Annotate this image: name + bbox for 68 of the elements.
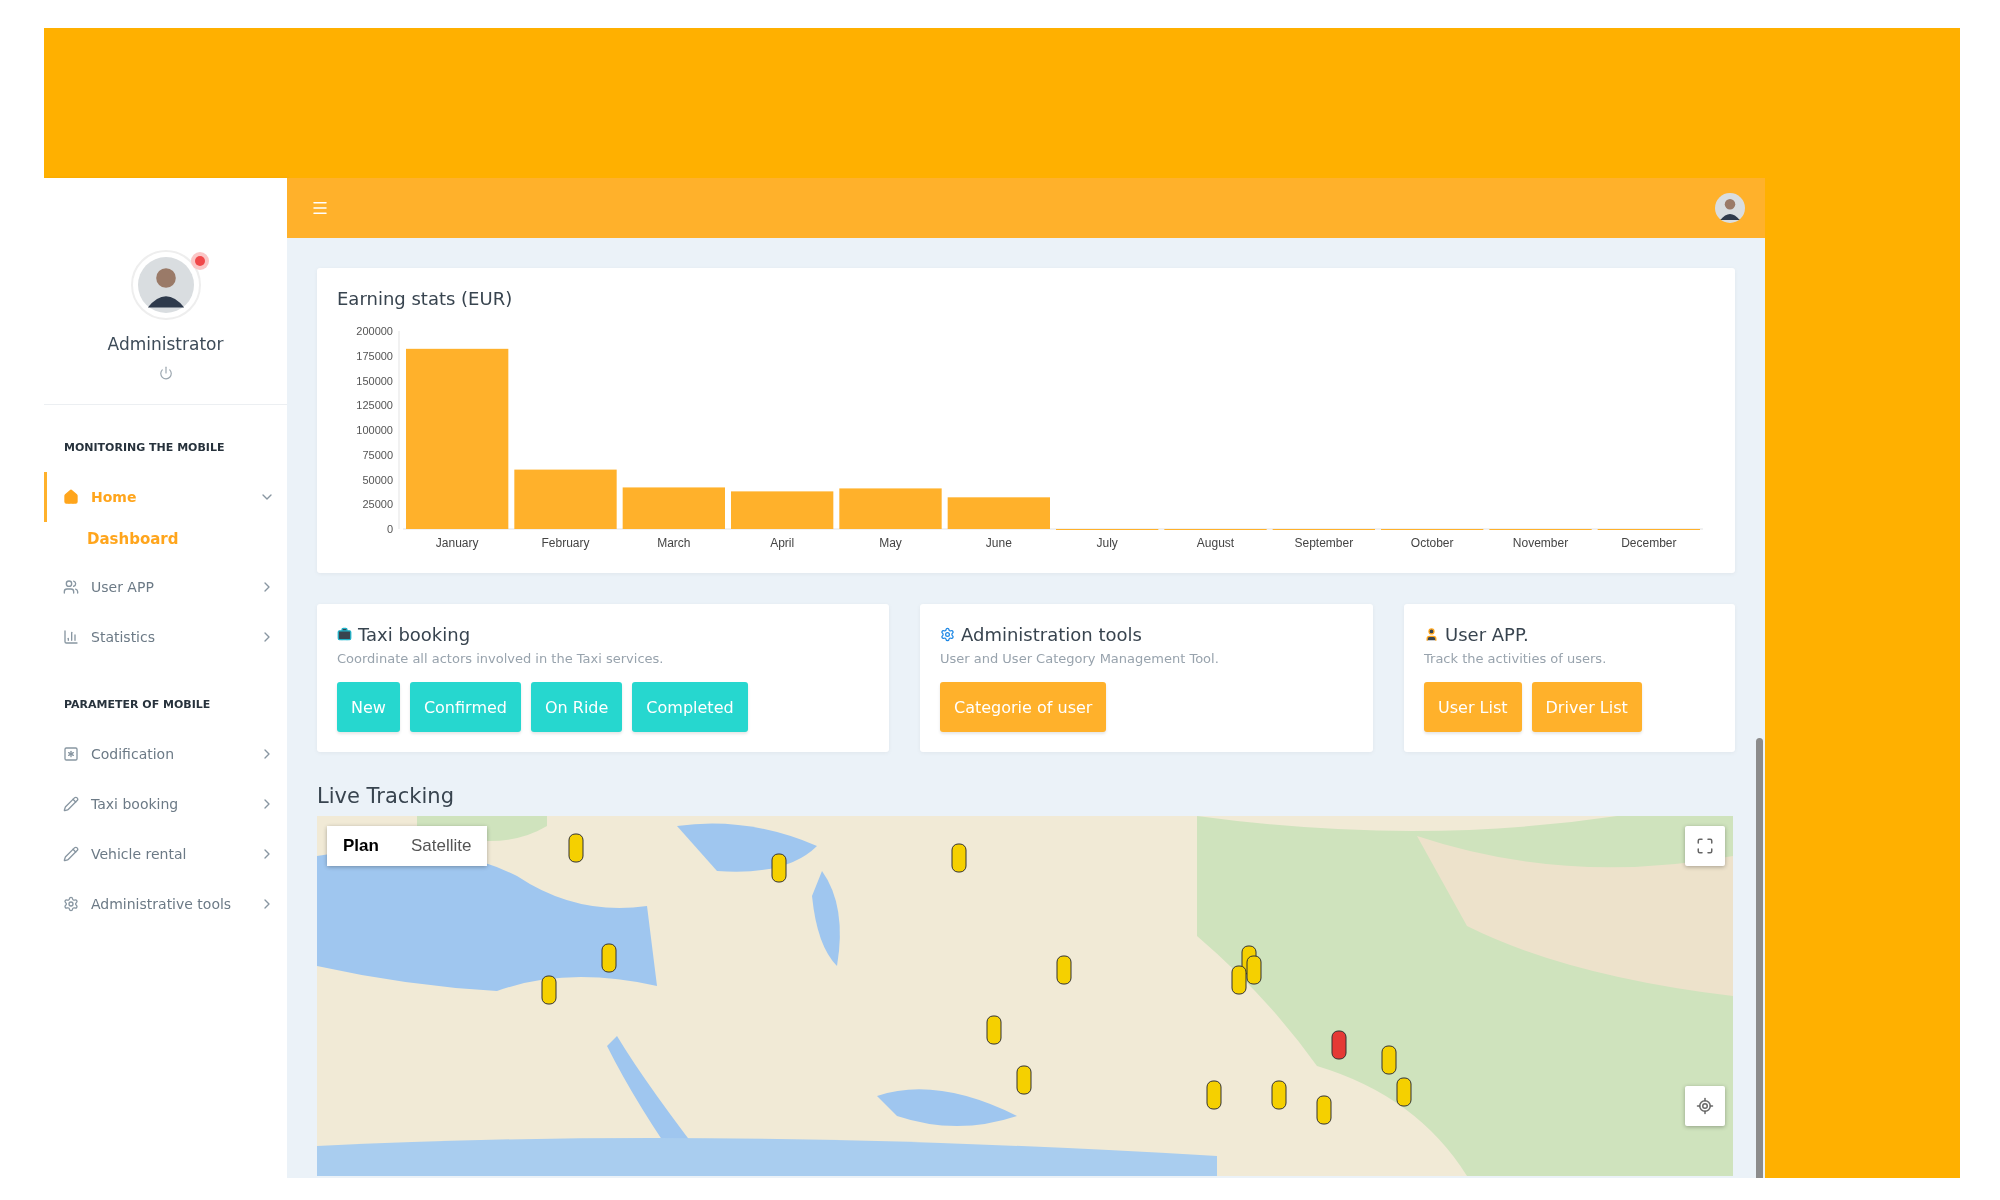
x-axis-label: November [1512,536,1569,550]
pencil-icon [63,846,79,862]
nav-item[interactable]: Taxi booking [44,779,287,829]
y-tick-label: 0 [386,523,393,535]
user-name: Administrator [107,334,224,354]
briefcase-icon [337,627,352,642]
action-button[interactable]: User List [1424,682,1522,732]
y-tick-label: 175000 [356,349,393,362]
scrollbar[interactable] [1756,738,1763,1178]
avatar [1715,193,1745,223]
card-description: Track the activities of users. [1424,651,1608,666]
nav-item[interactable]: Statistics [44,612,287,662]
chart-icon [63,629,79,645]
action-button[interactable]: Categorie of user [940,682,1107,732]
x-axis-label: January [435,536,479,550]
fullscreen-button[interactable] [1685,826,1725,866]
y-tick-label: 125000 [356,399,393,412]
x-axis-label: March [657,536,691,550]
y-axis: 0 25000 50000 75000 100000 125000 150000 175000 200000 [356,325,400,535]
x-axis-label: February [541,536,590,550]
x-axis-label: December [1621,536,1677,550]
users-icon [63,579,79,595]
x-axis-label: June [985,536,1012,550]
gear-icon [63,896,79,912]
nav-subitem[interactable]: Dashboard [44,522,287,562]
gear-icon [940,627,955,642]
action-button[interactable]: Confirmed [409,682,521,732]
fullscreen-icon [1696,837,1714,855]
card-title: User APP. [1445,624,1529,645]
card-title: Taxi booking [358,624,471,645]
card-description: User and User Category Management Tool. [940,651,1220,666]
locate-button[interactable] [1685,1086,1725,1126]
x-axis-label: October [1410,536,1454,550]
menu-icon[interactable] [311,199,329,217]
y-tick-label: 200000 [356,325,393,337]
nav-item[interactable]: User APP [44,562,287,612]
y-tick-label: 25000 [362,498,393,511]
map-type-tab[interactable]: Plan [327,826,395,866]
x-axis-label: July [1096,536,1118,550]
locate-icon [1696,1097,1714,1115]
y-tick-label: 100000 [356,424,393,436]
action-button[interactable]: Driver List [1531,682,1642,732]
nav-item[interactable]: Vehicle rental [44,829,287,879]
x-axis-label: May [879,536,902,550]
card-title: Administration tools [961,624,1142,645]
x-axis-label: September [1294,536,1354,550]
card-description: Coordinate all actors involved in the Taxi services. [337,651,665,666]
y-tick-label: 50000 [362,473,393,486]
action-button[interactable]: Completed [632,682,748,732]
x-axis-label: April [770,536,795,550]
nav-item[interactable]: Administrative tools [44,879,287,929]
y-tick-label: 75000 [362,448,393,461]
section-title: MONITORING THE MOBILE [63,440,226,456]
box-icon [63,746,79,762]
user-icon [1424,627,1439,642]
home-icon [63,489,79,505]
action-button[interactable]: New [337,682,400,732]
power-icon[interactable] [158,366,173,380]
map-type-tab[interactable]: Satellite [394,826,488,866]
y-tick-label: 150000 [356,374,393,387]
avatar [137,257,194,313]
x-axis-label: August [1196,536,1235,550]
pencil-icon [63,796,79,812]
action-button[interactable]: On Ride [530,682,623,732]
section-title: PARAMETER OF MOBILE [63,697,212,713]
nav-item[interactable]: Codification [44,729,287,779]
section-heading: Live Tracking [317,784,455,808]
card-title: Earning stats (EUR) [337,288,514,309]
